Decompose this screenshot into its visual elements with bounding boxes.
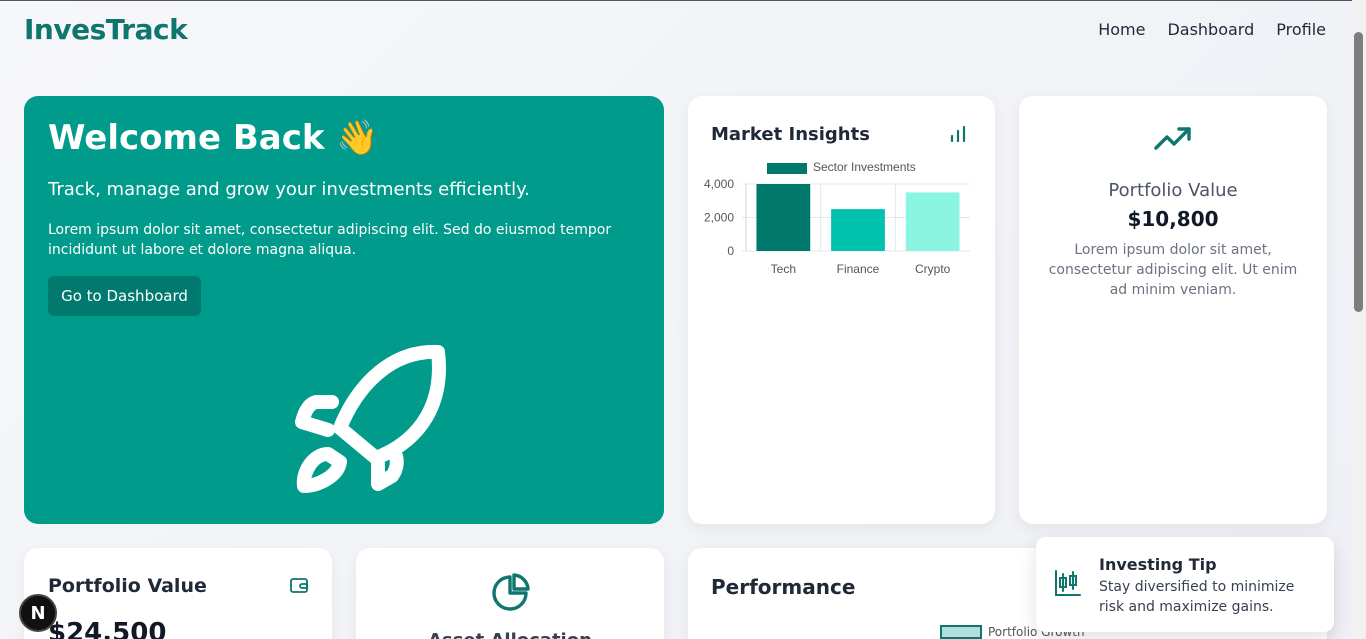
portfolio-summary-amount: $24,500: [48, 618, 167, 639]
portfolio-value-label: Portfolio Value: [1108, 180, 1238, 201]
nav-home-link[interactable]: Home: [1098, 20, 1145, 39]
bar-tech: [756, 184, 811, 251]
page-scrollbar[interactable]: [1352, 0, 1366, 639]
bar-crypto: [905, 192, 960, 251]
go-to-dashboard-button[interactable]: Go to Dashboard: [48, 276, 201, 316]
performance-title: Performance: [711, 575, 856, 599]
asset-allocation-title: Asset Allocation: [356, 630, 664, 639]
y-tick-label: 0: [727, 244, 734, 258]
portfolio-value-description: Lorem ipsum dolor sit amet, consectetur …: [1048, 242, 1298, 298]
brand-logo[interactable]: InvesTrack: [24, 13, 188, 46]
welcome-title: Welcome Back 👋: [48, 118, 379, 158]
portfolio-summary-title: Portfolio Value: [48, 575, 207, 597]
pie-chart-icon: [492, 573, 530, 611]
x-tick-label: Crypto: [915, 262, 951, 276]
legend-swatch: [767, 163, 807, 174]
portfolio-value-amount: $10,800: [1127, 207, 1219, 231]
welcome-subtitle: Track, manage and grow your investments …: [48, 179, 530, 200]
investing-tip-toast[interactable]: Investing Tip Stay diversified to minimi…: [1036, 537, 1334, 632]
trending-up-icon: [1154, 127, 1191, 150]
welcome-hero-card: Welcome Back 👋 Track, manage and grow yo…: [24, 96, 664, 524]
tip-text: Stay diversified to minimize risk and ma…: [1099, 579, 1295, 615]
sector-investments-chart: Sector Investments 4,000 2,000 0 Tech Finance…: [704, 160, 970, 276]
portfolio-value-card: Portfolio Value $10,800 Lorem ipsum dolo…: [1019, 96, 1327, 524]
x-tick-label: Finance: [837, 262, 880, 276]
market-insights-title: Market Insights: [711, 124, 870, 145]
candlestick-icon: [1055, 570, 1081, 596]
legend-swatch: [940, 625, 982, 639]
market-insights-card: Market Insights Sector Investments 4,000 2…: [688, 96, 995, 524]
y-tick-label: 4,000: [704, 177, 734, 191]
x-tick-label: Tech: [771, 262, 796, 276]
top-navbar: InvesTrack Home Dashboard Profile: [0, 0, 1352, 62]
wallet-icon: [290, 578, 308, 593]
dev-tools-badge[interactable]: N: [19, 594, 57, 632]
asset-allocation-card: Asset Allocation: [356, 548, 664, 639]
nav-dashboard-link[interactable]: Dashboard: [1167, 20, 1254, 39]
legend-label: Sector Investments: [813, 160, 916, 174]
welcome-description: Lorem ipsum dolor sit amet, consectetur …: [48, 222, 612, 258]
bar-chart-icon: [950, 125, 966, 143]
bar-finance: [831, 209, 885, 251]
scrollbar-thumb[interactable]: [1354, 32, 1363, 312]
nav-profile-link[interactable]: Profile: [1276, 20, 1326, 39]
y-tick-label: 2,000: [704, 211, 734, 225]
tip-title: Investing Tip: [1099, 555, 1217, 574]
portfolio-value-summary-card: Portfolio Value $24,500: [24, 548, 332, 639]
rocket-icon: [295, 344, 446, 493]
main-nav: Home Dashboard Profile: [1098, 20, 1326, 39]
